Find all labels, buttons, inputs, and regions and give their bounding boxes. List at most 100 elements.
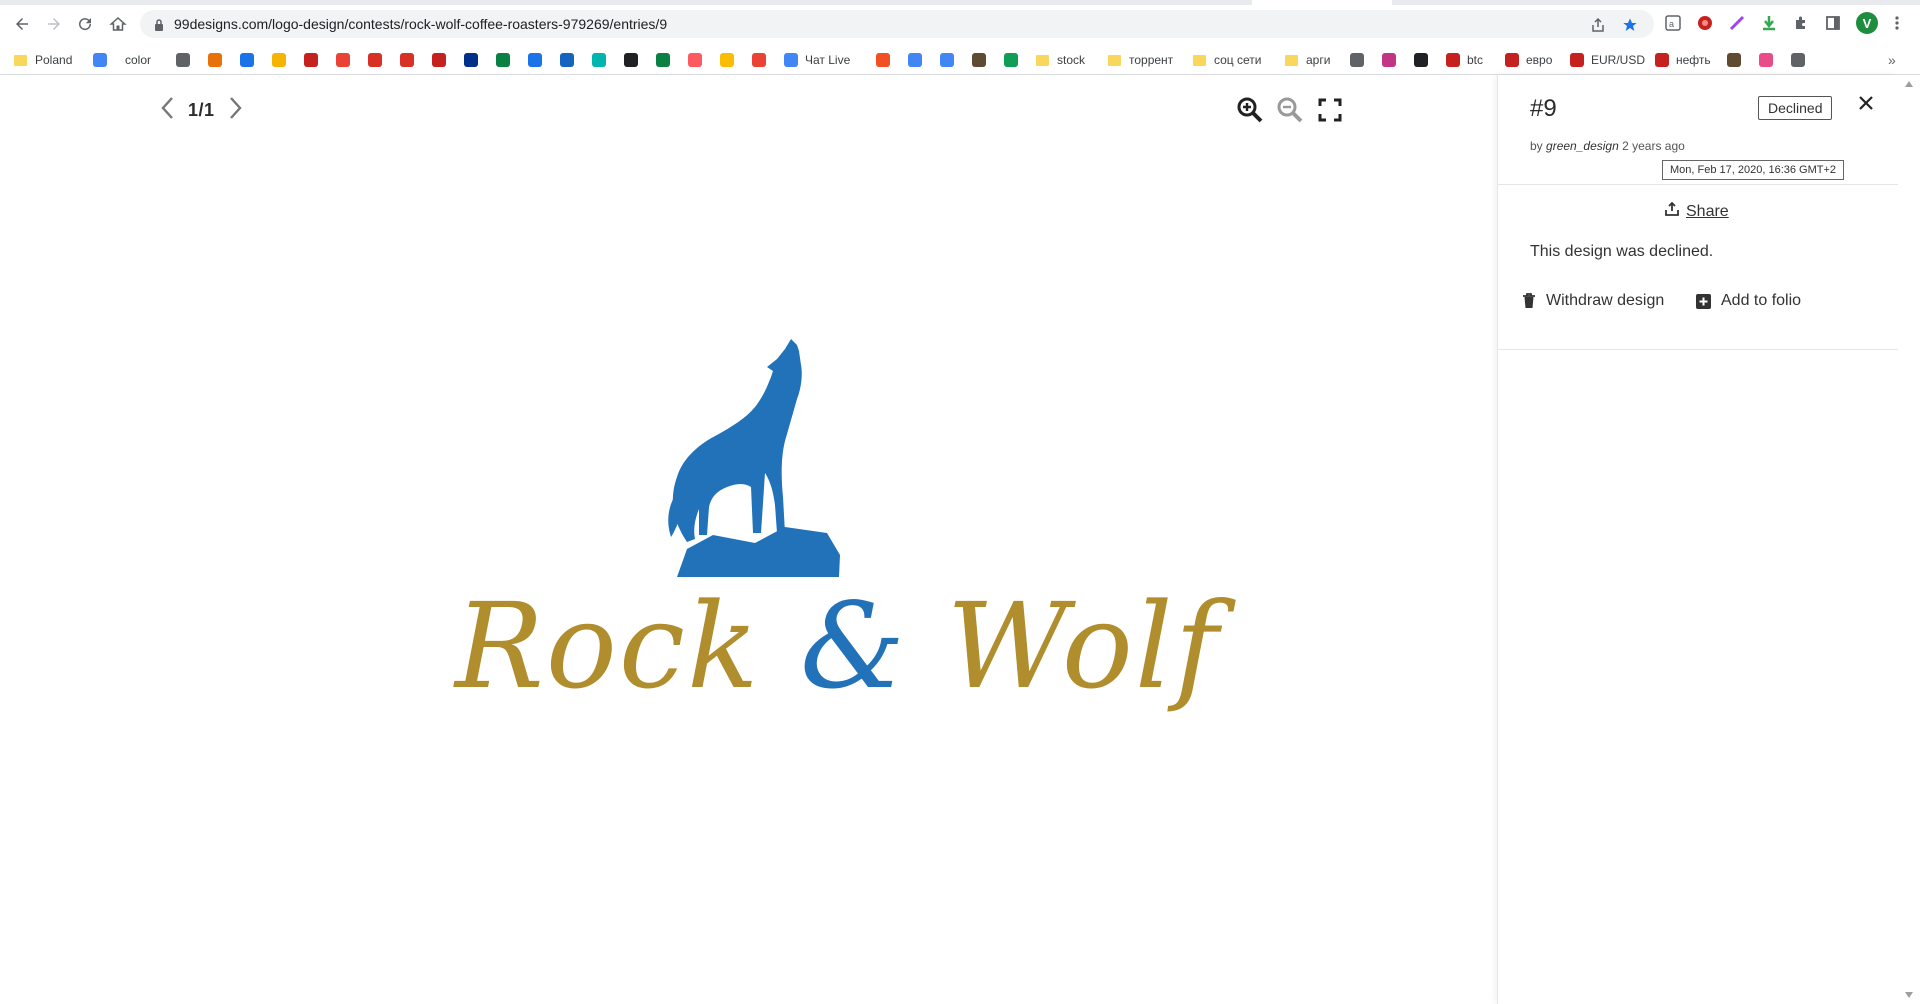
bookmark-item[interactable]: Чат Live <box>784 52 850 68</box>
bookmark-item[interactable] <box>972 52 993 68</box>
share-icon <box>1664 201 1680 222</box>
bookmark-item[interactable] <box>1382 52 1403 68</box>
bookmark-item[interactable] <box>432 52 453 68</box>
profile-avatar[interactable]: V <box>1856 12 1878 34</box>
withdraw-label: Withdraw design <box>1546 292 1665 309</box>
bookmark-item[interactable] <box>304 52 325 68</box>
home-icon[interactable] <box>106 12 130 36</box>
bookmark-item[interactable] <box>688 52 709 68</box>
zoom-out-icon[interactable] <box>1277 97 1303 123</box>
bookmark-item[interactable] <box>876 52 897 68</box>
previous-entry-icon[interactable] <box>160 96 174 125</box>
bookmark-item[interactable]: евро <box>1505 52 1552 68</box>
bookmark-item[interactable] <box>908 52 929 68</box>
bookmark-item[interactable] <box>240 52 261 68</box>
bookmark-item[interactable] <box>208 52 229 68</box>
address-bar[interactable]: 99designs.com/logo-design/contests/rock-… <box>140 10 1654 38</box>
wolf-silhouette <box>668 339 840 577</box>
bookmark-item[interactable] <box>272 52 293 68</box>
favicon-icon <box>464 53 478 67</box>
active-tab-edge[interactable] <box>1252 0 1392 5</box>
page: 1/1 Rock & Wolf #9 Declined by green_des… <box>0 75 1920 1004</box>
bookmark-item[interactable] <box>1004 52 1025 68</box>
share-page-icon[interactable] <box>1590 15 1606 35</box>
viewer-tools <box>1237 97 1343 123</box>
wolf-logo-icon <box>668 339 840 577</box>
bookmark-item[interactable] <box>1414 52 1435 68</box>
page-scrollbar[interactable] <box>1898 75 1920 1004</box>
extensions-puzzle-icon[interactable] <box>1792 14 1810 32</box>
bookmark-label: торрент <box>1129 53 1174 67</box>
favicon-icon <box>1759 53 1773 67</box>
bookmark-item[interactable] <box>400 52 421 68</box>
favicon-icon <box>1570 53 1584 67</box>
bookmark-item[interactable]: Poland <box>14 52 72 68</box>
reload-icon[interactable] <box>73 12 97 36</box>
entry-age[interactable]: 2 years ago <box>1622 139 1685 153</box>
forward-icon[interactable] <box>42 12 66 36</box>
bookmark-item[interactable] <box>368 52 389 68</box>
bookmark-item[interactable] <box>496 52 517 68</box>
favicon-icon <box>560 53 574 67</box>
bookmark-item[interactable] <box>940 52 961 68</box>
bookmark-item[interactable] <box>592 52 613 68</box>
extension-vpn-icon[interactable] <box>1696 14 1714 32</box>
fullscreen-icon[interactable] <box>1317 97 1343 123</box>
bookmark-item[interactable] <box>656 52 677 68</box>
url-text[interactable]: 99designs.com/logo-design/contests/rock-… <box>174 16 667 32</box>
favicon-icon <box>972 53 986 67</box>
side-panel-icon[interactable] <box>1824 14 1842 32</box>
scroll-up-icon[interactable] <box>1905 81 1913 87</box>
bookmark-item[interactable]: EUR/USD <box>1570 52 1645 68</box>
bookmark-item[interactable] <box>336 52 357 68</box>
bookmark-item[interactable] <box>752 52 773 68</box>
favicon-icon <box>592 53 606 67</box>
bookmark-item[interactable] <box>1727 52 1748 68</box>
bookmark-item[interactable] <box>464 52 485 68</box>
favicon-icon <box>1382 53 1396 67</box>
extension-translate-icon[interactable]: a <box>1664 14 1682 32</box>
add-to-folio-button[interactable]: Add to folio <box>1696 292 1801 310</box>
bookmarks-overflow-icon[interactable]: » <box>1888 52 1896 68</box>
bookmark-item[interactable] <box>1759 52 1780 68</box>
bookmark-item[interactable] <box>560 52 581 68</box>
bookmark-item[interactable] <box>176 52 197 68</box>
bookmark-item[interactable]: нефть <box>1655 52 1711 68</box>
bookmark-item[interactable]: торрент <box>1108 52 1173 68</box>
next-entry-icon[interactable] <box>229 96 243 125</box>
bookmark-item[interactable]: соц сети <box>1193 52 1262 68</box>
favicon-icon <box>624 53 638 67</box>
bookmark-item[interactable]: арги <box>1285 52 1330 68</box>
browser-menu-icon[interactable] <box>1888 14 1906 32</box>
scroll-down-icon[interactable] <box>1905 992 1913 998</box>
share-button[interactable]: Share <box>1664 201 1729 222</box>
bookmark-item[interactable]: stock <box>1036 52 1085 68</box>
back-icon[interactable] <box>10 12 34 36</box>
bookmark-item[interactable]: btc <box>1446 52 1483 68</box>
close-icon[interactable] <box>1854 91 1878 115</box>
svg-text:a: a <box>1669 19 1674 29</box>
bookmark-star-icon[interactable] <box>1622 15 1638 35</box>
logo-ampersand: & <box>800 577 908 715</box>
favicon-icon <box>1791 53 1805 67</box>
entry-details-panel: #9 Declined by green_design 2 years ago … <box>1497 75 1898 1004</box>
bookmark-item[interactable] <box>624 52 645 68</box>
folder-icon <box>14 54 27 66</box>
bookmark-label: евро <box>1526 53 1553 67</box>
bookmark-item[interactable] <box>1791 52 1812 68</box>
bookmark-item[interactable] <box>93 52 114 68</box>
extension-pen-icon[interactable] <box>1728 14 1746 32</box>
designer-link[interactable]: green_design <box>1546 139 1619 153</box>
folder-icon <box>1285 54 1298 66</box>
favicon-icon <box>784 53 798 67</box>
extension-download-icon[interactable] <box>1760 14 1778 32</box>
favicon-icon <box>1414 53 1428 67</box>
favicon-icon <box>304 53 318 67</box>
lock-icon[interactable] <box>154 18 164 36</box>
bookmark-item[interactable] <box>720 52 741 68</box>
withdraw-design-button[interactable]: Withdraw design <box>1522 292 1664 310</box>
bookmark-item[interactable] <box>528 52 549 68</box>
bookmark-item[interactable] <box>1350 52 1371 68</box>
zoom-in-icon[interactable] <box>1237 97 1263 123</box>
bookmark-item[interactable]: color <box>125 52 151 68</box>
